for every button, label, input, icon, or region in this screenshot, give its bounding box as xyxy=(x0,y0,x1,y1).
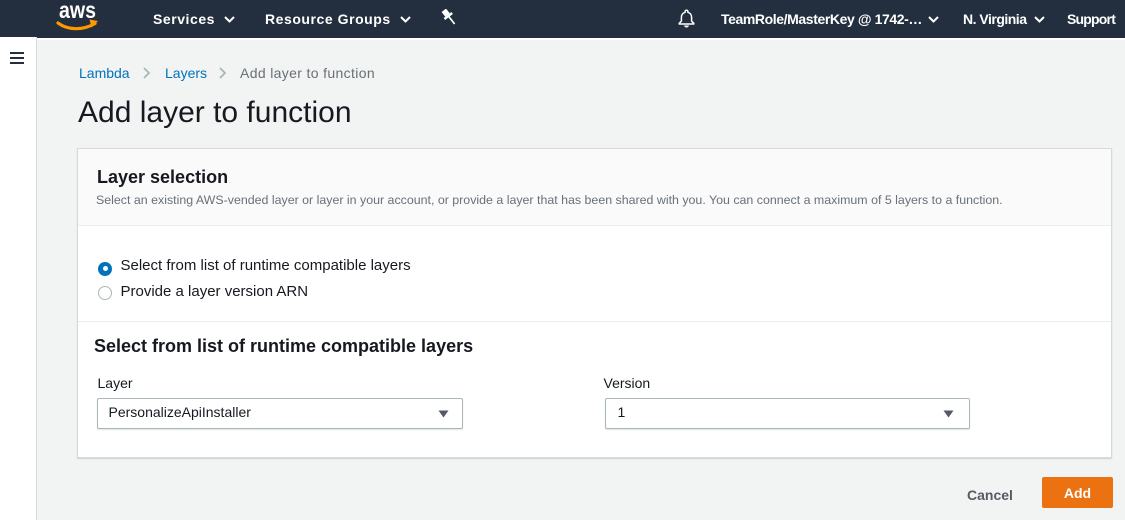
svg-text:aws: aws xyxy=(59,0,96,23)
